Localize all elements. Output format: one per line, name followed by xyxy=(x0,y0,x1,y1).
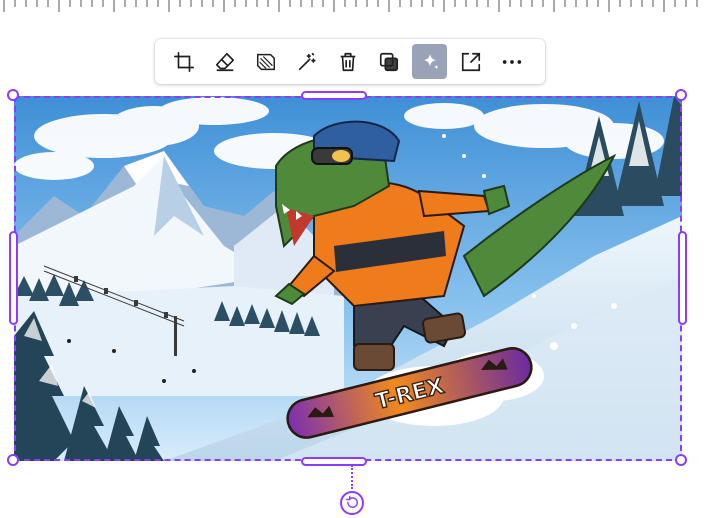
magic-wand-icon xyxy=(298,52,316,70)
resize-handle-right[interactable] xyxy=(678,231,687,325)
eraser-icon xyxy=(215,52,234,71)
resize-handle-bottom-right[interactable] xyxy=(675,454,687,466)
background-remover-button[interactable] xyxy=(248,44,283,79)
magic-edit-button[interactable] xyxy=(289,44,324,79)
layer-button[interactable] xyxy=(371,44,406,79)
crop-icon xyxy=(173,51,194,72)
expand-button[interactable] xyxy=(453,44,488,79)
expand-icon xyxy=(461,52,480,71)
erase-button[interactable] xyxy=(207,44,242,79)
resize-handle-bottom-left[interactable] xyxy=(7,454,19,466)
more-button[interactable] xyxy=(494,44,529,79)
image-toolbar xyxy=(155,39,545,84)
resize-handle-top-left[interactable] xyxy=(7,89,19,101)
rotate-handle[interactable] xyxy=(340,491,364,515)
trex-snowboard-image[interactable]: T-REX xyxy=(14,96,682,461)
trash-icon xyxy=(340,52,355,71)
resize-handle-left[interactable] xyxy=(9,231,18,325)
ai-sparkle-button[interactable] xyxy=(412,44,447,79)
ruler xyxy=(0,0,706,16)
bg-remover-icon xyxy=(256,53,275,70)
layer-icon xyxy=(379,52,398,71)
more-icon xyxy=(502,59,521,64)
crop-button[interactable] xyxy=(166,44,201,79)
resize-handle-top-right[interactable] xyxy=(675,89,687,101)
rotate-connector xyxy=(351,465,353,489)
rotate-icon xyxy=(346,496,358,508)
resize-handle-bottom[interactable] xyxy=(301,457,367,466)
delete-button[interactable] xyxy=(330,44,365,79)
selected-image-frame[interactable]: T-REX xyxy=(7,89,687,466)
resize-handle-top[interactable] xyxy=(301,91,367,100)
sparkle-icon xyxy=(423,53,439,69)
